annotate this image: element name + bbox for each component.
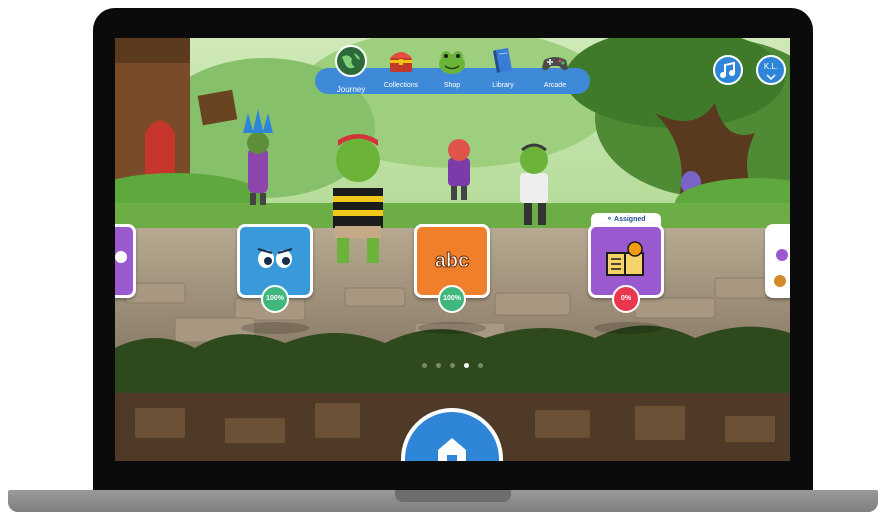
progress-badge: 0% xyxy=(612,285,640,313)
activity-card-eyes[interactable]: 100% xyxy=(237,224,313,313)
user-initials: K.L. xyxy=(763,62,779,71)
assigned-icon: ⚬ xyxy=(606,216,615,223)
activity-card-previous[interactable] xyxy=(115,224,136,298)
home-icon xyxy=(438,438,466,461)
pager-dot[interactable] xyxy=(478,363,483,368)
pager-dot[interactable] xyxy=(436,363,441,368)
pager-dot[interactable] xyxy=(450,363,455,368)
nav-label-journey: Journey xyxy=(336,85,366,94)
pager-dot-active[interactable] xyxy=(464,363,469,368)
music-note-icon xyxy=(720,61,735,78)
activity-card-reading[interactable]: 0% xyxy=(588,224,664,313)
nav-label-shop: Shop xyxy=(443,82,461,89)
main-nav: Journey Collections Shop Library Arcade xyxy=(315,45,590,94)
book-icon xyxy=(493,48,512,73)
home-button[interactable] xyxy=(401,408,503,461)
pager-dot[interactable] xyxy=(422,363,427,368)
nav-library[interactable]: Library xyxy=(475,44,531,94)
partial-card-icon xyxy=(115,251,127,263)
nav-label-library: Library xyxy=(492,82,514,89)
pager-dots xyxy=(422,363,486,371)
user-menu-button[interactable]: K.L. xyxy=(756,55,786,85)
nav-arcade[interactable]: Arcade xyxy=(527,44,583,94)
treasure-chest-icon xyxy=(390,52,412,72)
app-screen: Journey Collections Shop Library Arcade … xyxy=(115,38,790,461)
nav-collections[interactable]: Collections xyxy=(373,44,429,94)
nav-label-arcade: Arcade xyxy=(543,82,567,89)
chevron-down-icon xyxy=(766,74,776,81)
svg-text:abc: abc xyxy=(435,250,469,272)
laptop-notch xyxy=(395,490,511,502)
partial-card-icon xyxy=(774,249,788,287)
progress-badge: 100% xyxy=(438,285,466,313)
gamepad-icon xyxy=(542,57,568,71)
globe-icon xyxy=(335,45,367,77)
activity-card-abc[interactable]: abc 100% xyxy=(414,224,490,313)
music-button[interactable] xyxy=(713,55,743,85)
assigned-label: Assigned xyxy=(614,216,646,223)
activity-card-next[interactable] xyxy=(765,224,790,298)
nav-journey[interactable]: Journey xyxy=(323,44,379,94)
home-button-inner xyxy=(405,412,499,461)
progress-badge: 100% xyxy=(261,285,289,313)
nav-shop[interactable]: Shop xyxy=(424,44,480,94)
frog-shop-icon xyxy=(439,51,465,74)
nav-label-collections: Collections xyxy=(383,82,419,89)
